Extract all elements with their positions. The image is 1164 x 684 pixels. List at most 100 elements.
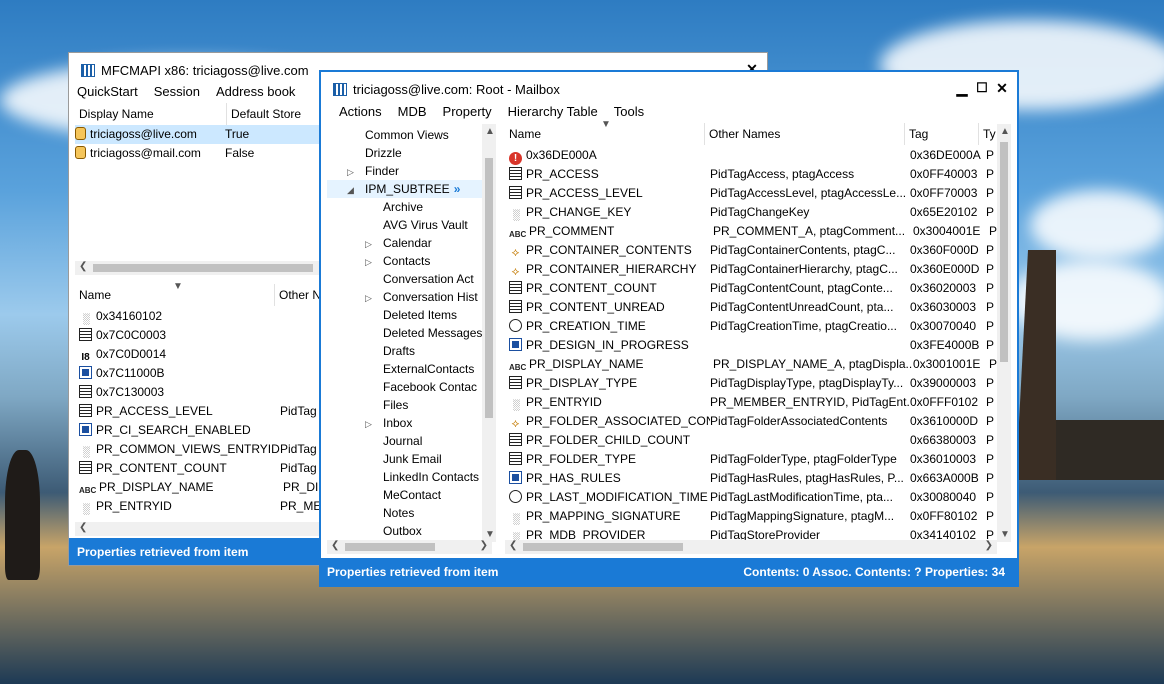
tree-item-mecontact[interactable]: MeContact <box>365 486 441 504</box>
property-row[interactable]: PR_CI_SEARCH_ENABLED <box>79 421 329 440</box>
property-row[interactable]: PR_ACCESS_LEVEL PidTagAccessLevel, ptagAc… <box>509 184 999 203</box>
menu-item-mdb[interactable]: MDB <box>390 101 435 123</box>
property-row[interactable]: 0x7C0C0003 <box>79 326 329 345</box>
horizontal-scrollbar[interactable]: ❮ <box>75 522 319 536</box>
property-row[interactable]: PR_CONTENT_COUNT PidTagContentCount, ptag… <box>509 279 999 298</box>
tree-horizontal-scrollbar[interactable]: ❮ ❯ <box>327 540 492 554</box>
tree-item-outbox[interactable]: Outbox <box>365 522 422 540</box>
tree-item-notes[interactable]: Notes <box>365 504 414 522</box>
expander-icon[interactable]: ◢ <box>347 181 361 199</box>
property-row[interactable]: ░ 0x34160102 <box>79 307 329 326</box>
scrollbar-thumb[interactable] <box>485 158 493 418</box>
scroll-up-icon[interactable]: ▲ <box>485 126 495 137</box>
scroll-right-icon[interactable]: ❯ <box>480 540 488 551</box>
property-row[interactable]: ABC PR_DISPLAY_NAME PR_DISPLAY_NAME_A, pta… <box>509 355 999 374</box>
tree-item-ipm-subtree[interactable]: ◢ IPM_SUBTREE» <box>327 180 482 198</box>
property-row[interactable]: PR_CREATION_TIME PidTagCreationTime, ptag… <box>509 317 999 336</box>
property-row[interactable]: ░ PR_CHANGE_KEY PidTagChangeKey 0x65E20102 P <box>509 203 999 222</box>
property-row[interactable]: ░ PR_ENTRYID PR_MEMBER_ENTRYID, PidTagEnt.… <box>509 393 999 412</box>
menu-item-tools[interactable]: Tools <box>606 101 652 123</box>
menu-item-hierarchy-table[interactable]: Hierarchy Table <box>500 101 606 123</box>
folder-window[interactable]: triciagoss@live.com: Root - Mailbox ▁ ☐ … <box>319 70 1019 587</box>
scroll-left-icon[interactable]: ❮ <box>331 540 339 551</box>
tree-item-linkedin-contacts[interactable]: LinkedIn Contacts <box>365 468 479 486</box>
tree-item-deleted-messages[interactable]: Deleted Messages <box>365 324 482 342</box>
close-icon[interactable]: ✕ <box>993 80 1011 97</box>
tree-item-externalcontacts[interactable]: ExternalContacts <box>365 360 474 378</box>
property-row[interactable]: PR_ACCESS_LEVEL PidTag <box>79 402 329 421</box>
scroll-down-icon[interactable]: ▼ <box>485 529 495 540</box>
tree-item-deleted-items[interactable]: Deleted Items <box>365 306 457 324</box>
tree-item-avg-virus-vault[interactable]: AVG Virus Vault <box>365 216 468 234</box>
column-header-tag[interactable]: Tag <box>905 123 979 145</box>
property-row[interactable]: PR_ACCESS PidTagAccess, ptagAccess 0x0FF40… <box>509 165 999 184</box>
scroll-left-icon[interactable]: ❮ <box>79 522 87 533</box>
property-row[interactable]: PR_FOLDER_CHILD_COUNT 0x66380003 P <box>509 431 999 450</box>
scroll-left-icon[interactable]: ❮ <box>79 261 87 272</box>
scroll-up-icon[interactable]: ▲ <box>1000 126 1010 137</box>
property-row[interactable]: PR_DESIGN_IN_PROGRESS 0x3FE4000B P <box>509 336 999 355</box>
menu-item-actions[interactable]: Actions <box>331 101 390 123</box>
property-row[interactable]: ABC PR_DISPLAY_NAME PR_DIS <box>79 478 329 497</box>
property-row[interactable]: ABC PR_COMMENT PR_COMMENT_A, ptagComment..… <box>509 222 999 241</box>
property-row[interactable]: I8 0x7C0D0014 <box>79 345 329 364</box>
scroll-right-icon[interactable]: ❯ <box>985 540 993 551</box>
scrollbar-thumb[interactable] <box>93 264 313 272</box>
scrollbar-thumb[interactable] <box>523 543 683 551</box>
tree-item-finder[interactable]: ▷ Finder <box>347 162 399 180</box>
tree-item-calendar[interactable]: ▷ Calendar <box>365 234 432 252</box>
tree-item-files[interactable]: Files <box>365 396 408 414</box>
scrollbar-thumb[interactable] <box>1000 142 1008 362</box>
store-row[interactable]: triciagoss@live.com True <box>75 125 327 144</box>
props-horizontal-scrollbar[interactable]: ❮ ❯ <box>505 540 997 554</box>
scroll-down-icon[interactable]: ▼ <box>1000 529 1010 540</box>
tree-item-journal[interactable]: Journal <box>365 432 422 450</box>
property-row[interactable]: ⟡ PR_CONTAINER_CONTENTS PidTagContainerCon… <box>509 241 999 260</box>
property-row[interactable]: ░ PR_COMMON_VIEWS_ENTRYIDPidTag <box>79 440 329 459</box>
property-row[interactable]: 0x7C11000B <box>79 364 329 383</box>
menu-item-property[interactable]: Property <box>435 101 500 123</box>
property-row[interactable]: PR_FOLDER_TYPE PidTagFolderType, ptagFold… <box>509 450 999 469</box>
expander-icon[interactable]: ▷ <box>365 235 379 253</box>
scrollbar-thumb[interactable] <box>345 543 435 551</box>
tree-item-archive[interactable]: Archive <box>365 198 423 216</box>
property-row[interactable]: PR_DISPLAY_TYPE PidTagDisplayType, ptagDi… <box>509 374 999 393</box>
property-row[interactable]: ░ PR_MAPPING_SIGNATURE PidTagMappingSignat… <box>509 507 999 526</box>
tree-item-drafts[interactable]: Drafts <box>365 342 415 360</box>
tree-vertical-scrollbar[interactable]: ▲ ▼ <box>482 124 496 542</box>
tree-item-conversation-act[interactable]: Conversation Act <box>365 270 474 288</box>
expander-icon[interactable]: ▷ <box>365 253 379 271</box>
property-row[interactable]: ░ PR_MDB_PROVIDER PidTagStoreProvider 0x341… <box>509 526 999 540</box>
column-header-display-name[interactable]: Display Name <box>75 103 227 125</box>
property-row[interactable]: 0x7C130003 <box>79 383 329 402</box>
column-header-type[interactable]: Ty <box>979 123 999 145</box>
minimize-icon[interactable]: ▁ <box>953 80 971 97</box>
tree-item-facebook-contac[interactable]: Facebook Contac <box>365 378 477 396</box>
property-row[interactable]: PR_HAS_RULES PidTagHasRules, ptagHasRules… <box>509 469 999 488</box>
menu-item-quickstart[interactable]: QuickStart <box>69 81 146 103</box>
column-header-other-names[interactable]: Other N <box>275 284 325 306</box>
property-row[interactable]: ░ PR_ENTRYID PR_ME <box>79 497 329 516</box>
tree-item-junk-email[interactable]: Junk Email <box>365 450 442 468</box>
expander-icon[interactable]: ▷ <box>347 163 361 181</box>
column-header-other-names[interactable]: Other Names <box>705 123 905 145</box>
tree-item-inbox[interactable]: ▷ Inbox <box>365 414 412 432</box>
expander-icon[interactable]: ▷ <box>365 289 379 307</box>
property-row[interactable]: PR_CONTENT_UNREAD PidTagContentUnreadCoun… <box>509 298 999 317</box>
horizontal-scrollbar[interactable]: ❮ <box>75 261 319 275</box>
scroll-left-icon[interactable]: ❮ <box>509 540 517 551</box>
menu-item-session[interactable]: Session <box>146 81 208 103</box>
expander-icon[interactable]: ▷ <box>365 415 379 433</box>
property-row[interactable]: ⟡ PR_CONTAINER_HIERARCHY PidTagContainerHi… <box>509 260 999 279</box>
property-row[interactable]: PR_CONTENT_COUNT PidTag <box>79 459 329 478</box>
property-row[interactable]: PR_LAST_MODIFICATION_TIME PidTagLastModif… <box>509 488 999 507</box>
tree-item-drizzle[interactable]: Drizzle <box>347 144 402 162</box>
store-row[interactable]: triciagoss@mail.com False <box>75 144 327 163</box>
property-row[interactable]: ! 0x36DE000A 0x36DE000A P <box>509 146 999 165</box>
menu-item-address-book[interactable]: Address book <box>208 81 304 103</box>
tree-item-conversation-hist[interactable]: ▷ Conversation Hist <box>365 288 478 306</box>
column-header-default-store[interactable]: Default Store <box>227 103 321 125</box>
maximize-icon[interactable]: ☐ <box>973 80 991 96</box>
tree-item-common-views[interactable]: Common Views <box>347 126 449 144</box>
props-vertical-scrollbar[interactable]: ▲ ▼ <box>997 124 1011 542</box>
